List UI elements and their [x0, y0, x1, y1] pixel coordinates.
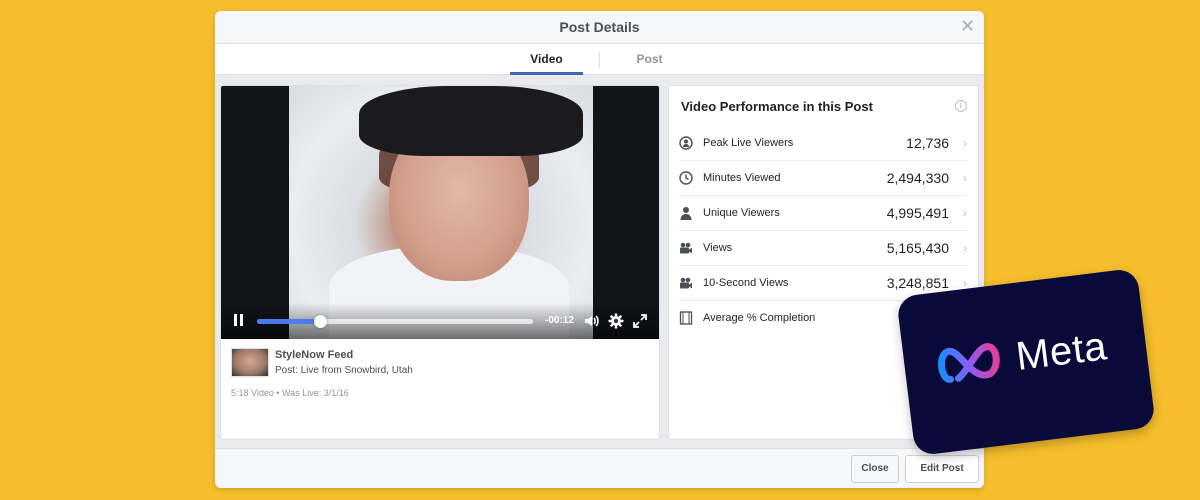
video-frame [289, 86, 593, 339]
metric-views[interactable]: Views 5,165,430 › [679, 231, 967, 266]
chevron-right-icon: › [963, 136, 967, 150]
gear-icon[interactable] [607, 312, 625, 330]
metric-minutes-viewed[interactable]: Minutes Viewed 2,494,330 › [679, 161, 967, 196]
video-player[interactable]: -00:12 [221, 86, 659, 339]
edit-post-button[interactable]: Edit Post [905, 455, 979, 483]
live-viewers-icon [679, 136, 693, 150]
metric-label: 10-Second Views [703, 277, 789, 289]
chevron-right-icon: › [963, 171, 967, 185]
clock-icon [679, 171, 693, 185]
post-description: Post: Live from Snowbird, Utah [275, 365, 413, 376]
chevron-right-icon: › [963, 206, 967, 220]
feed-name[interactable]: StyleNow Feed [275, 349, 353, 361]
close-button[interactable]: Close [851, 455, 899, 483]
video-meta-line: 5:18 Video • Was Live: 3/1/16 [231, 388, 349, 398]
post-details-modal: Post Details ✕ Video Post -00:12 StyleNo… [215, 11, 984, 488]
metric-value: 12,736 [906, 135, 949, 151]
video-panel: -00:12 StyleNow Feed Post: Live from Sno… [220, 85, 660, 440]
fullscreen-icon[interactable] [631, 312, 649, 330]
modal-title: Post Details [559, 19, 640, 35]
tab-bar: Video Post [215, 44, 984, 75]
progress-knob[interactable] [314, 315, 328, 328]
chevron-right-icon: › [963, 241, 967, 255]
modal-header: Post Details ✕ [215, 11, 984, 44]
metric-value: 5,165,430 [886, 240, 949, 256]
film-icon [679, 311, 693, 325]
volume-icon[interactable] [583, 312, 601, 330]
progress-bar[interactable] [257, 315, 533, 328]
video-camera-icon [679, 241, 693, 255]
video-camera-icon [679, 276, 693, 290]
close-icon[interactable]: ✕ [960, 17, 975, 35]
metric-value: 2,494,330 [886, 170, 949, 186]
metric-label: Average % Completion [703, 312, 816, 324]
progress-fill [257, 319, 321, 324]
metric-label: Minutes Viewed [703, 172, 781, 184]
meta-wordmark: Meta [1013, 324, 1110, 379]
metric-label: Views [703, 242, 733, 254]
metric-peak-live-viewers[interactable]: Peak Live Viewers 12,736 › [679, 126, 967, 161]
metric-label: Unique Viewers [703, 207, 780, 219]
metric-unique-viewers[interactable]: Unique Viewers 4,995,491 › [679, 196, 967, 231]
time-remaining: -00:12 [545, 315, 574, 326]
performance-title: Video Performance in this Post [681, 99, 873, 114]
video-hat [359, 86, 583, 156]
post-info: StyleNow Feed Post: Live from Snowbird, … [231, 348, 651, 388]
metric-label: Peak Live Viewers [703, 137, 794, 149]
pause-icon[interactable] [233, 314, 245, 327]
tab-divider [599, 52, 600, 68]
meta-badge: Meta [896, 267, 1156, 457]
info-icon[interactable]: i [955, 100, 967, 112]
tab-post[interactable]: Post [613, 44, 686, 75]
metric-value: 4,995,491 [886, 205, 949, 221]
tab-video[interactable]: Video [510, 44, 583, 75]
video-controls: -00:12 [221, 303, 659, 339]
post-thumbnail[interactable] [231, 348, 269, 377]
meta-logo-icon [932, 335, 1009, 391]
person-icon [679, 206, 693, 220]
metric-value: 3,248,851 [886, 275, 949, 291]
modal-footer: Close Edit Post [215, 448, 984, 488]
